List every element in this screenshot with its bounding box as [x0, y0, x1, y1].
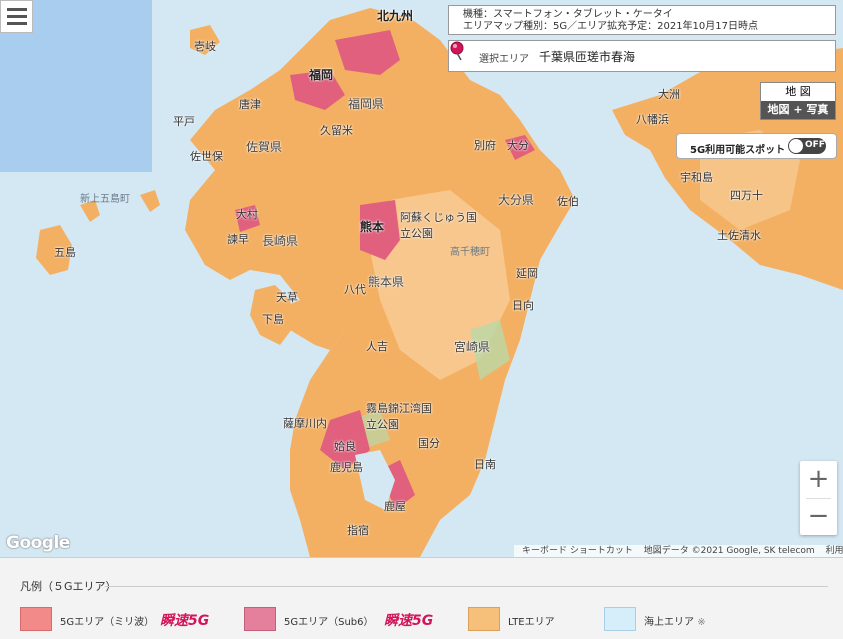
- map-label-tosashimizu: 土佐清水: [717, 229, 761, 242]
- 5g-spot-label: 5G利用可能スポット: [690, 145, 786, 156]
- legend-note-sea: ※: [697, 617, 706, 628]
- zoom-controls: + −: [800, 461, 837, 535]
- map-label-kagoshima: 鹿児島: [330, 461, 363, 474]
- area-map[interactable]: 北九州 福岡 福岡県 佐賀県 長崎県 熊本 熊本県 大分県 大分 宮崎県 鹿児島…: [0, 0, 843, 557]
- map-label-yatsushiro: 八代: [344, 283, 366, 296]
- map-label-nagasaki: 長崎県: [262, 234, 299, 248]
- map-info-panel: 機種：スマートフォン・タブレット・ケータイ エリアマップ種別：5G／エリア拡充予…: [448, 5, 836, 35]
- 5g-spot-toggle-panel[interactable]: 5G利用可能スポット OFF: [676, 133, 837, 159]
- map-type-info: エリアマップ種別：5G／エリア拡充予定：2021年10月17日時点: [463, 21, 759, 32]
- legend-title: 凡例（５Gエリア）: [20, 580, 117, 593]
- selected-area-label: 選択エリア: [479, 54, 529, 65]
- map-label-fukuoka-city: 福岡: [309, 68, 334, 82]
- map-label-uwajima: 宇和島: [680, 171, 713, 184]
- legend-divider: [105, 586, 828, 587]
- map-label-shimanto: 四万十: [730, 189, 763, 202]
- map-label-isahaya: 諫早: [227, 233, 249, 246]
- legend-swatch-lte: [468, 607, 500, 631]
- map-label-hyuga: 日向: [512, 299, 534, 312]
- map-label-goto: 五島: [54, 246, 76, 259]
- map-label-iki: 壱岐: [194, 40, 216, 53]
- legend-swatch-5g-mmwave: [20, 607, 52, 631]
- map-label-nichinan: 日南: [474, 458, 496, 471]
- map-label-hitoyoshi: 人吉: [366, 340, 388, 353]
- legend-label-sea-text: 海上エリア: [644, 617, 694, 628]
- legend-label-5g-mmwave: 5Gエリア（ミリ波）: [60, 617, 155, 628]
- map-label-beppu: 別府: [474, 139, 496, 152]
- legend-swatch-5g-sub6: [244, 607, 276, 631]
- map-label-ibusuki: 指宿: [347, 524, 369, 537]
- legend-label-lte: LTEエリア: [508, 617, 555, 628]
- map-label-kumamoto: 熊本県: [368, 275, 405, 289]
- zoom-divider: [806, 498, 831, 499]
- map-label-sasebo: 佐世保: [190, 150, 223, 163]
- legend-label-sea: 海上エリア ※: [644, 613, 706, 628]
- map-label-kitakyushu: 北九州: [377, 9, 414, 23]
- zoom-out-button[interactable]: −: [800, 498, 837, 535]
- menu-icon: [7, 8, 27, 11]
- map-type-photo-button[interactable]: 地図 + 写真: [761, 101, 835, 119]
- menu-button[interactable]: [0, 0, 33, 33]
- map-attribution: キーボード ショートカット 地図データ ©2021 Google, SK tel…: [514, 545, 843, 557]
- map-label-satsumasendai: 薩摩川内: [283, 417, 327, 430]
- map-label-kanoya: 鹿屋: [384, 500, 406, 513]
- map-label-hirado: 平戸: [173, 115, 195, 128]
- map-label-omura: 大村: [236, 208, 258, 221]
- toggle-state: OFF: [805, 140, 825, 150]
- keyboard-shortcuts-link[interactable]: キーボード ショートカット: [522, 546, 633, 556]
- map-label-kurume: 久留米: [320, 124, 353, 137]
- map-label-nobeoka: 延岡: [516, 267, 538, 280]
- map-canvas: [0, 0, 843, 557]
- zoom-in-button[interactable]: +: [800, 461, 837, 498]
- selected-area-value: 千葉県匝瑳市春海: [539, 50, 636, 64]
- map-label-aira: 姶良: [334, 440, 356, 453]
- map-label-shimo: 下島: [262, 313, 284, 326]
- map-label-kumamoto-city: 熊本: [360, 220, 385, 234]
- menu-icon-bar: [7, 15, 27, 18]
- map-label-amakusa: 天草: [276, 291, 298, 304]
- map-label-takachiho: 高千穂町: [450, 247, 490, 258]
- map-label-ozu: 大洲: [658, 88, 680, 101]
- map-type-map-button[interactable]: 地 図: [761, 83, 835, 101]
- menu-icon-bar: [7, 22, 27, 25]
- map-label-shinkamigoto: 新上五島町: [80, 194, 130, 205]
- map-label-saiki: 佐伯: [557, 195, 579, 208]
- map-label-fukuoka: 福岡県: [348, 97, 385, 111]
- map-label-kokubu: 国分: [418, 437, 440, 450]
- legend-label-5g-sub6: 5Gエリア（Sub6）: [284, 617, 374, 628]
- toggle-knob: [789, 139, 803, 153]
- map-label-kirishima: 霧島錦江湾国立公園: [366, 402, 432, 431]
- map-label-miyazaki: 宮崎県: [454, 340, 491, 354]
- location-pin-icon: [450, 41, 464, 61]
- 5g-spot-toggle[interactable]: OFF: [788, 138, 826, 154]
- device-type: 機種：スマートフォン・タブレット・ケータイ: [463, 9, 673, 20]
- legend-badge-5g-mmwave: 瞬速5G: [160, 613, 210, 629]
- selected-area-panel[interactable]: 選択エリア 千葉県匝瑳市春海: [448, 40, 836, 72]
- map-label-yawatahama: 八幡浜: [636, 113, 669, 126]
- legend-swatch-sea: [604, 607, 636, 631]
- map-label-karatsu: 唐津: [239, 98, 261, 111]
- map-label-oita: 大分県: [498, 193, 535, 207]
- map-label-oita-city: 大分: [507, 139, 529, 152]
- google-logo: Google: [6, 533, 70, 553]
- map-label-saga: 佐賀県: [246, 140, 283, 154]
- terms-link[interactable]: 利用規約: [826, 546, 843, 556]
- map-type-switch[interactable]: 地 図 地図 + 写真: [760, 82, 836, 120]
- legend-badge-5g-sub6: 瞬速5G: [384, 613, 434, 629]
- map-data-credit: 地図データ ©2021 Google, SK telecom: [643, 546, 815, 556]
- map-label-aso: 阿蘇くじゅう国立公園: [400, 211, 477, 240]
- legend-panel: 凡例（５Gエリア） 5Gエリア（ミリ波） 瞬速5G 5Gエリア（Sub6） 瞬速…: [0, 557, 843, 639]
